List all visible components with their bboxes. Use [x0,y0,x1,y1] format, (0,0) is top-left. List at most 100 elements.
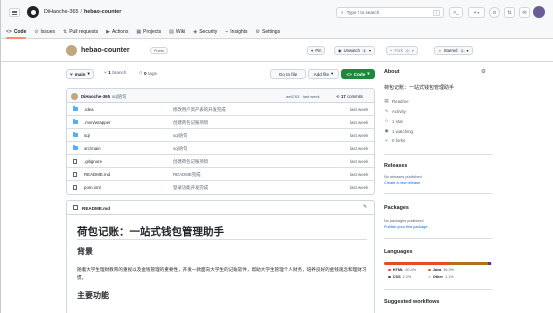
create-new-button[interactable]: + ▾ [468,7,485,18]
breadcrumb-owner[interactable]: DiHaoche-365 [44,9,78,15]
table-row[interactable]: .gitignore 创建荷包记账项目 last week [67,155,374,168]
language-name: Other [432,275,443,279]
tab-wiki[interactable]: ▤ Wiki [169,25,185,39]
file-time: last week [350,107,369,112]
history-icon: ⟲ [336,93,340,99]
file-commit-message[interactable]: 创建荷包记账项目 [173,159,208,165]
language-java[interactable]: Java 36.3% [428,268,454,272]
tags-link[interactable]: ◇ 0 tags [139,70,157,76]
tab-issues[interactable]: ⊙ Issues [34,25,55,39]
repo-nav: <> Code ⊙ Issues ⇅ Pull requests ▶ Actio… [0,25,553,39]
language-other[interactable]: Other 1.1% [428,275,454,279]
pencil-icon[interactable]: ✎ [363,204,367,210]
table-row[interactable]: pom.xml 登录功能开发完成 last week [67,181,374,194]
branch-selector[interactable]: ⑂ main ▾ [66,69,94,79]
inbox-button[interactable]: ✉ [519,7,530,18]
commit-author-avatar[interactable] [71,92,78,100]
file-commit-message[interactable]: README完成 [173,172,201,178]
tab-actions[interactable]: ▶ Actions [106,25,128,39]
commit-author-name: DiHaoche-365 [81,93,111,99]
file-icon [73,172,77,177]
menu-icon[interactable] [9,8,20,17]
file-name[interactable]: pom.xml [84,185,101,190]
stars-link[interactable]: ☆ 1 star [384,118,403,124]
pull-requests-button[interactable]: ⇅ [504,7,515,18]
file-commit-message[interactable]: 创建荷包记账项目 [173,120,208,126]
user-avatar[interactable] [533,6,545,18]
packages-title[interactable]: Packages [384,205,409,211]
watchers-link[interactable]: ◉ 1 watching [384,128,413,134]
file-name[interactable]: .mvn/wrapper [84,120,111,125]
table-row[interactable]: README.md README完成 last week [67,168,374,181]
branch-icon: ⑂ [104,70,107,75]
language-percent: 1.1% [444,275,454,279]
commits-label: commits [347,93,363,99]
file-name[interactable]: src/main [84,146,101,151]
releases-title[interactable]: Releases [384,163,407,169]
create-release-link[interactable]: Create a new release [384,181,420,185]
language-css[interactable]: CSS 2.2% [388,275,411,279]
branch-name: main [74,71,86,77]
pin-button[interactable]: ⌖ Pin [307,46,326,55]
publish-package-link[interactable]: Publish your first package [384,225,427,229]
table-row[interactable]: .idea 修改用户资产表的开发完成 last week [67,103,374,116]
starred-button[interactable]: ★ Starred 1 ▾ [434,46,473,55]
readme-link[interactable]: ▤ Readme [384,98,408,104]
language-color-dot [388,275,391,279]
chevron-down-icon: ▾ [331,71,334,76]
tab-settings[interactable]: ⚙ Settings [256,25,281,39]
file-name[interactable]: .gitignore [84,159,102,164]
code-button[interactable]: <> Code ▾ [341,69,375,79]
owner-avatar[interactable] [66,45,77,56]
file-commit-message[interactable]: 修改用户资产表的开发完成 [173,107,226,113]
repo-title[interactable]: hebao-counter [81,47,130,54]
breadcrumb-repo[interactable]: hebao-counter [84,9,121,15]
section-divider [384,238,492,239]
table-row[interactable]: src/main sql语句 last week [67,142,374,155]
github-logo-icon[interactable] [27,6,39,18]
pull-request-icon: ⇅ [63,28,68,35]
tab-label: Actions [111,28,129,35]
go-to-file-button[interactable]: Go to file [270,69,306,79]
gear-icon[interactable]: ⚙ [481,69,486,75]
unwatch-button[interactable]: ◉ Unwatch 1 ▾ [334,46,376,55]
language-bar [384,262,492,265]
book-icon [73,205,78,210]
tab-pull-requests[interactable]: ⇅ Pull requests [63,25,98,39]
file-name[interactable]: README.md [84,172,110,177]
file-commit-message[interactable]: 登录功能开发完成 [173,185,208,191]
language-percent: 36.3% [443,268,455,272]
add-file-button[interactable]: Add file ▾ [308,69,339,79]
fork-button[interactable]: ⑂ Fork 0 ▾ [386,46,418,55]
tab-security[interactable]: ◈ Security [193,25,217,39]
language-html[interactable]: HTML 60.4% [388,268,416,272]
search-input[interactable]: ⌕ Type / to search / [336,7,444,18]
tab-insights[interactable]: ⌁ Insights [225,25,247,39]
readme-label[interactable]: README.md [82,206,110,211]
file-name[interactable]: sql [84,133,90,138]
commit-message[interactable]: sql语句 [112,94,126,99]
issues-button[interactable]: ⊙ [489,7,500,18]
forks-link[interactable]: ⑂ 0 forks [384,138,405,143]
commit-hash: ae6763 [286,93,300,99]
table-row[interactable]: .mvn/wrapper 创建荷包记账项目 last week [67,116,374,129]
commit-hash-and-time[interactable]: ae6763 · last week [286,94,320,99]
latest-commit-bar: DiHaoche-365 sql语句 ae6763 · last week ⟲ 1… [67,89,374,103]
code-label: Code [353,71,366,77]
branches-link[interactable]: ⑂ 1 branch [104,70,126,75]
command-palette-button[interactable]: >_ [449,7,463,18]
chevron-down-icon: ▾ [411,48,414,53]
tab-code[interactable]: <> Code [6,25,27,39]
tab-projects[interactable]: ▦ Projects [136,25,161,39]
commits-link[interactable]: ⟲ 17 commits [336,94,363,99]
file-name[interactable]: .idea [84,107,94,112]
table-row[interactable]: sql sql语句 last week [67,129,374,142]
code-icon: <> [6,28,12,35]
fork-count: 0 [404,48,410,53]
plus-icon: + [473,9,477,16]
activity-link[interactable]: ∿ Activity [384,108,406,114]
file-commit-message[interactable]: sql语句 [173,146,187,152]
commit-author[interactable]: DiHaoche-365 sql语句 [81,94,126,100]
file-commit-message[interactable]: sql语句 [173,133,187,139]
eye-icon: ◉ [338,48,342,53]
